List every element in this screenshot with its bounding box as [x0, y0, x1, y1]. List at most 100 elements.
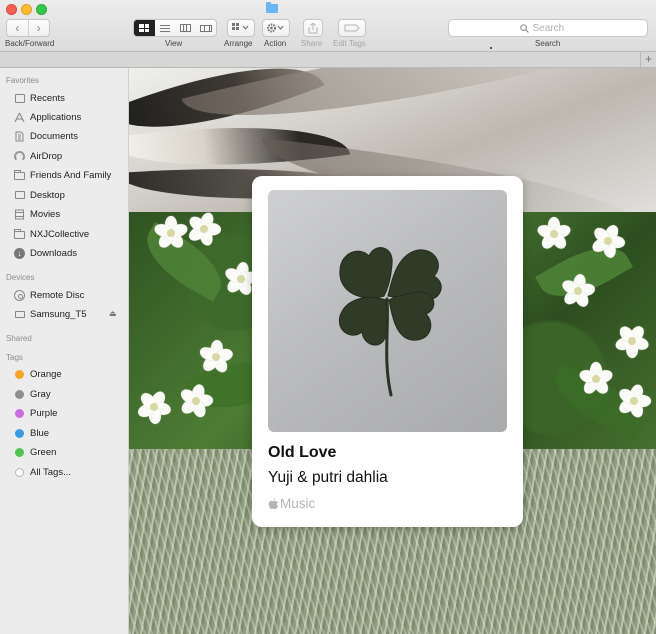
share-button[interactable]	[303, 19, 323, 37]
now-playing-card[interactable]: Old Love Yuji & putri dahlia Music	[252, 176, 523, 527]
arrange-grid-icon	[232, 23, 249, 30]
sidebar-item-label: Desktop	[30, 189, 65, 201]
back-button[interactable]: ‹	[7, 20, 28, 36]
album-artwork	[268, 190, 507, 432]
action-label: Action	[264, 39, 287, 48]
edit-tags-label: Edit Tags	[333, 39, 366, 48]
zoom-window-button[interactable]	[36, 4, 47, 15]
gallery-view-icon	[199, 24, 212, 32]
gray-tag-icon	[15, 389, 24, 399]
apple-music-brand: Music	[268, 496, 315, 511]
apple-logo-icon	[268, 497, 278, 509]
sidebar-item-label: Samsung_T5	[30, 308, 87, 320]
back-forward-label: Back/Forward	[5, 39, 55, 48]
back-forward-control: ‹ ›	[6, 19, 50, 37]
shared-heading: Shared	[6, 334, 32, 343]
disc-icon	[14, 289, 25, 301]
green-tag-icon	[15, 447, 24, 457]
search-label: Search	[535, 39, 561, 48]
new-tab-button[interactable]: +	[640, 52, 656, 67]
gear-icon	[267, 23, 284, 33]
sidebar-item-label: Recents	[30, 92, 65, 104]
sidebar-item-samsung-t5[interactable]: Samsung_T5	[14, 307, 87, 321]
sidebar-item-label: Gray	[30, 388, 51, 400]
finder-toolbar: ‹ › Back/Forward View Arrange Action Sha…	[0, 0, 656, 52]
sidebar-item-label: Downloads	[30, 247, 77, 259]
tab-bar: +	[0, 47, 656, 68]
sidebar-item-desktop[interactable]: Desktop	[14, 188, 65, 202]
minimize-window-button[interactable]	[21, 4, 32, 15]
search-icon	[519, 23, 529, 33]
sidebar-tag-gray[interactable]: Gray	[14, 387, 51, 401]
sidebar-tag-orange[interactable]: Orange	[14, 367, 62, 381]
documents-icon	[14, 131, 25, 142]
sidebar-item-label: AirDrop	[30, 150, 63, 162]
sidebar-item-label: Friends And Family	[30, 169, 112, 181]
sidebar-item-label: Documents	[30, 130, 79, 142]
forward-button[interactable]: ›	[29, 20, 50, 36]
sidebar-tag-green[interactable]: Green	[14, 445, 56, 459]
song-title: Old Love	[268, 444, 337, 461]
song-artist: Yuji & putri dahlia	[268, 469, 388, 486]
sidebar-item-label: All Tags...	[30, 466, 72, 478]
sidebar-item-label: Applications	[30, 111, 82, 123]
column-view-icon	[179, 24, 191, 32]
tags-heading: Tags	[6, 353, 23, 362]
sidebar-item-label: Blue	[30, 427, 50, 439]
favorites-heading: Favorites	[6, 76, 39, 85]
search-input[interactable]	[532, 22, 577, 34]
sidebar-item-label: Movies	[30, 208, 61, 220]
action-button[interactable]	[262, 19, 290, 37]
drive-icon	[14, 309, 25, 320]
desktop-icon	[14, 190, 25, 201]
sidebar-tag-all-tags[interactable]: All Tags...	[14, 465, 71, 479]
sidebar-item-airdrop[interactable]: AirDrop	[14, 149, 62, 163]
folder-icon	[14, 228, 25, 240]
window-folder-icon	[266, 2, 278, 13]
share-label: Share	[301, 39, 323, 48]
sidebar-item-nxjcollective[interactable]: NXJCollective	[14, 227, 89, 241]
view-list-mode-button[interactable]	[155, 20, 176, 36]
search-field[interactable]	[448, 19, 648, 37]
view-label: View	[165, 39, 183, 48]
downloads-icon: ↓	[14, 247, 25, 259]
close-window-button[interactable]	[6, 4, 17, 15]
airdrop-icon	[14, 150, 25, 162]
toolbar-marker	[490, 47, 492, 49]
all-tags-icon	[15, 467, 24, 477]
recents-icon	[14, 93, 25, 104]
sidebar-tag-blue[interactable]: Blue	[14, 426, 49, 440]
applications-icon	[14, 112, 25, 123]
folder-icon	[14, 169, 25, 181]
movies-icon	[14, 209, 25, 220]
sidebar-item-remote-disc[interactable]: Remote Disc	[14, 288, 84, 302]
music-service-label: Music	[280, 496, 316, 511]
sidebar-item-label: Orange	[30, 368, 62, 380]
arrange-button[interactable]	[227, 19, 255, 37]
sidebar-item-applications[interactable]: Applications	[14, 110, 81, 124]
sidebar-item-label: Green	[30, 446, 57, 458]
purple-tag-icon	[15, 408, 24, 418]
share-icon	[308, 22, 318, 33]
tag-icon	[344, 24, 360, 32]
list-view-icon	[159, 24, 170, 32]
view-column-mode-button[interactable]	[175, 20, 196, 36]
devices-heading: Devices	[6, 273, 35, 282]
view-icon-mode-button[interactable]	[134, 20, 155, 36]
edit-tags-button[interactable]	[338, 19, 366, 37]
icon-view-icon	[139, 24, 150, 32]
sidebar-item-label: Purple	[30, 407, 58, 419]
view-gallery-mode-button[interactable]	[196, 20, 217, 36]
four-leaf-clover-image	[338, 247, 442, 397]
sidebar-tag-purple[interactable]: Purple	[14, 406, 57, 420]
sidebar-item-recents[interactable]: Recents	[14, 91, 65, 105]
view-switcher	[133, 19, 217, 37]
sidebar-item-label: NXJCollective	[30, 228, 90, 240]
sidebar-item-friends-and-family[interactable]: Friends And Family	[14, 168, 111, 182]
sidebar-item-movies[interactable]: Movies	[14, 207, 60, 221]
sidebar-item-documents[interactable]: Documents	[14, 129, 78, 143]
sidebar-item-label: Remote Disc	[30, 289, 85, 301]
sidebar-item-downloads[interactable]: ↓ Downloads	[14, 246, 77, 260]
eject-icon[interactable]: ⏏	[109, 309, 117, 318]
finder-sidebar: Favorites Recents Applications Documents…	[0, 68, 129, 634]
